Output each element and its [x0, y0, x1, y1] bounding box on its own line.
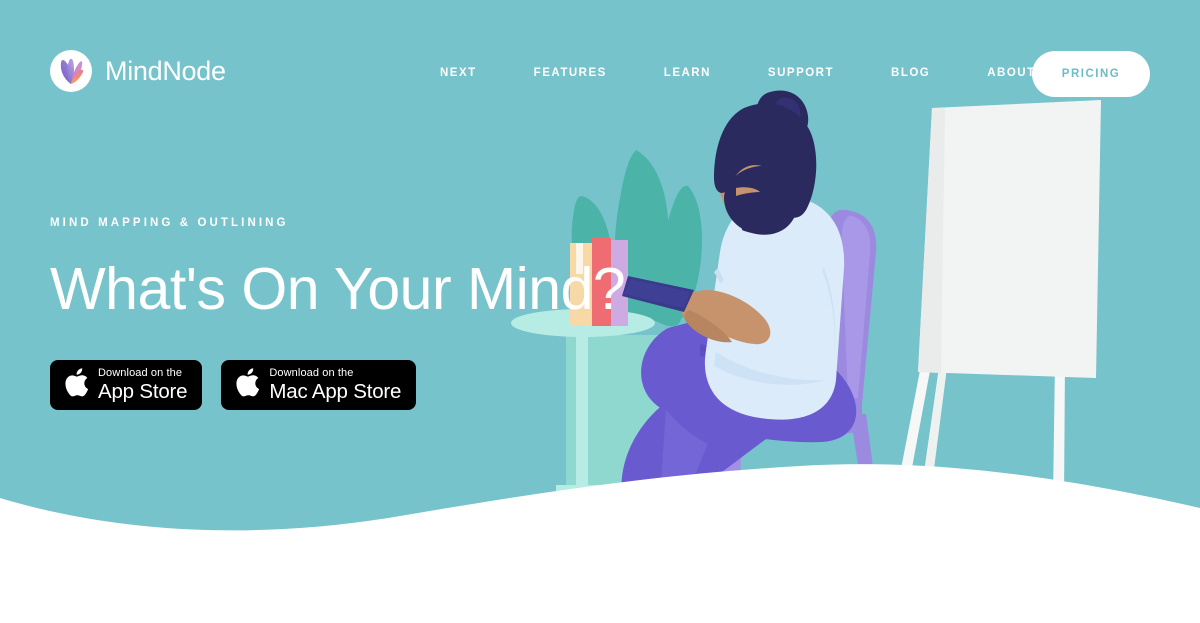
- nav-link-support[interactable]: SUPPORT: [768, 62, 834, 86]
- mac-app-store-badge-small-text: Download on the: [269, 367, 354, 380]
- nav-link-about[interactable]: ABOUT: [987, 62, 1035, 86]
- mac-app-store-badge[interactable]: Download on the Mac App Store: [221, 360, 417, 411]
- mac-app-store-badge-title: Mac App Store: [269, 380, 402, 404]
- site-header: MindNode NEXT FEATURES LEARN SUPPORT BLO…: [0, 0, 1200, 148]
- app-store-badge[interactable]: Download on the App Store: [50, 360, 203, 411]
- nav-link-learn[interactable]: LEARN: [664, 62, 711, 86]
- main-navigation: NEXT FEATURES LEARN SUPPORT BLOG ABOUT: [440, 62, 1036, 86]
- app-store-badge-small-text: Download on the: [98, 367, 183, 380]
- nav-link-features[interactable]: FEATURES: [534, 62, 607, 86]
- hero-section: MindNode NEXT FEATURES LEARN SUPPORT BLO…: [0, 0, 1200, 623]
- hero-headline: What's On Your Mind?: [50, 255, 626, 322]
- hero-copy: MIND MAPPING & OUTLINING What's On Your …: [50, 217, 626, 411]
- hero-eyebrow: MIND MAPPING & OUTLINING: [50, 217, 289, 229]
- apple-logo-icon: [234, 367, 260, 403]
- mindnode-petal-logo-icon: [50, 50, 92, 92]
- nav-link-next[interactable]: NEXT: [440, 62, 477, 86]
- brand-name: MindNode: [105, 55, 226, 86]
- nav-link-blog[interactable]: BLOG: [891, 62, 930, 86]
- pricing-button[interactable]: PRICING: [1032, 51, 1150, 97]
- store-badges: Download on the App Store Download on th…: [50, 360, 625, 411]
- brand-logo-link[interactable]: MindNode: [50, 50, 226, 92]
- app-store-badge-title: App Store: [98, 380, 188, 404]
- apple-logo-icon: [63, 367, 89, 403]
